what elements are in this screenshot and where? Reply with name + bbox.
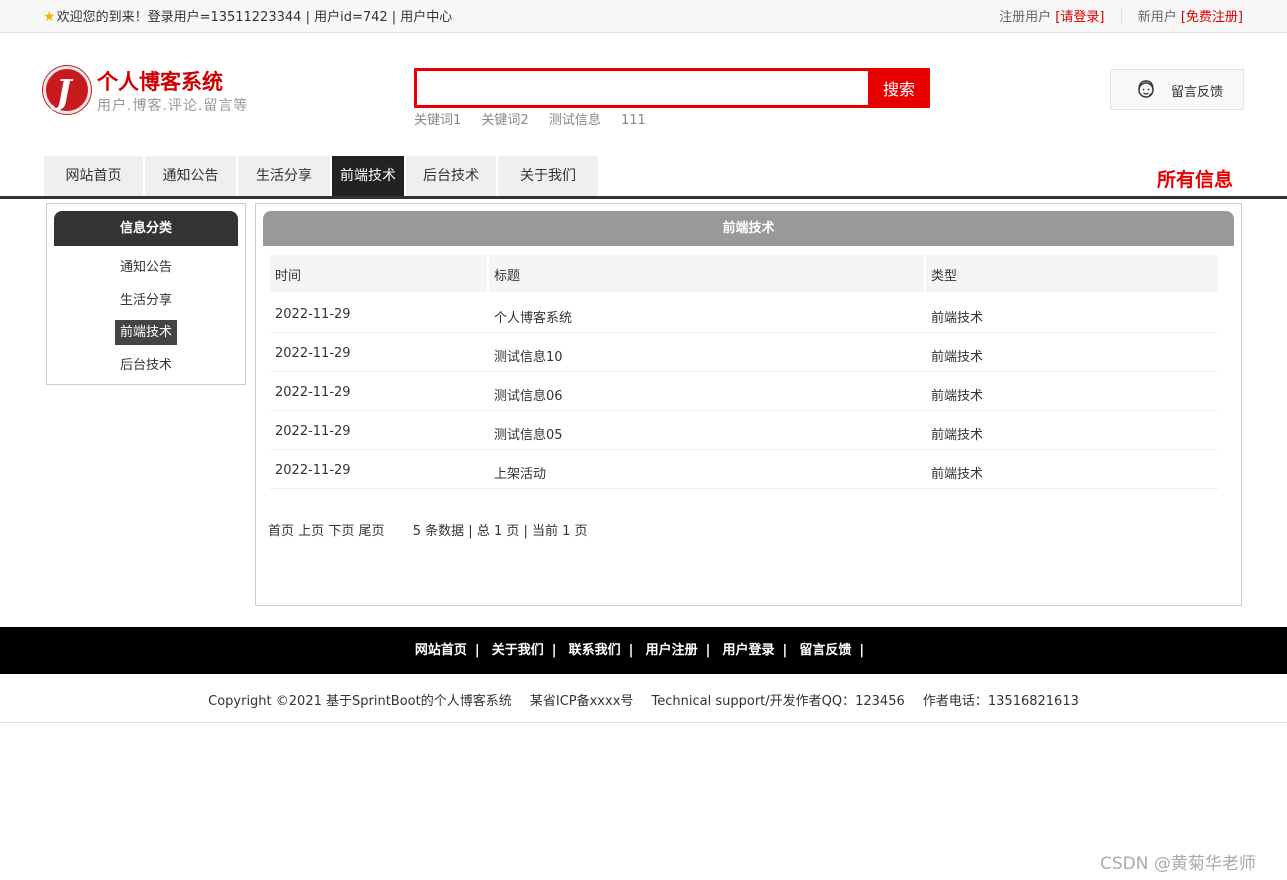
free-register-link[interactable]: [免费注册]	[1181, 10, 1243, 25]
column-divider	[487, 255, 489, 292]
pagination: 首页 上页 下页 尾页 5 条数据 | 总 1 页 | 当前 1 页	[268, 520, 588, 539]
footer-link-home[interactable]: 网站首页	[415, 643, 467, 658]
cell-time: 2022-11-29	[275, 463, 351, 478]
feedback-label: 留言反馈	[1171, 81, 1223, 100]
content-panel: 前端技术 时间 标题 类型 2022-11-29 个人博客系统 前端技术 202…	[255, 203, 1242, 606]
prev-page-link[interactable]: 上页	[298, 524, 324, 539]
footer-separator: |	[706, 643, 711, 658]
cell-title-link[interactable]: 测试信息06	[494, 385, 563, 404]
cell-type: 前端技术	[931, 307, 983, 326]
keyword-link[interactable]: 111	[621, 113, 646, 128]
nav-item-life[interactable]: 生活分享	[238, 156, 330, 196]
footer-divider	[0, 722, 1287, 723]
welcome-text[interactable]: 欢迎您的到来！登录用户=13511223344 | 用户id=742 | 用户中…	[57, 10, 453, 25]
cell-title-link[interactable]: 测试信息05	[494, 424, 563, 443]
footer-separator: |	[859, 643, 864, 658]
hot-keywords: 关键词1 关键词2 测试信息 111	[414, 109, 662, 128]
welcome-bar: ★欢迎您的到来！登录用户=13511223344 | 用户id=742 | 用户…	[43, 6, 452, 25]
icp-text: 某省ICP备xxxx号	[530, 694, 634, 709]
first-page-link[interactable]: 首页	[268, 524, 294, 539]
footer-separator: |	[552, 643, 557, 658]
site-title: 个人博客系统	[97, 66, 223, 96]
cell-time: 2022-11-29	[275, 424, 351, 439]
divider	[1121, 9, 1122, 23]
footer-separator: |	[629, 643, 634, 658]
next-page-link[interactable]: 下页	[328, 524, 354, 539]
headset-icon	[1135, 78, 1157, 100]
watermark: CSDN @黄菊华老师	[1100, 849, 1256, 874]
feedback-button[interactable]: 留言反馈	[1110, 69, 1244, 110]
column-header-time: 时间	[275, 265, 301, 284]
search-box: 搜索	[414, 68, 930, 108]
search-button[interactable]: 搜索	[868, 68, 930, 108]
new-user-label: 新用户	[1138, 10, 1177, 25]
copyright-bar: Copyright ©2021 基于SprintBoot的个人博客系统 某省IC…	[0, 690, 1287, 709]
footer-separator: |	[782, 643, 787, 658]
footer-nav: 网站首页 | 关于我们 | 联系我们 | 用户注册 | 用户登录 | 留言反馈 |	[0, 627, 1287, 674]
nav-item-backend[interactable]: 后台技术	[406, 156, 496, 196]
all-info-link[interactable]: 所有信息	[1157, 165, 1233, 192]
sidebar-item-frontend[interactable]: 前端技术	[47, 321, 245, 340]
cell-type: 前端技术	[931, 463, 983, 482]
sidebar-item-notice[interactable]: 通知公告	[47, 256, 245, 275]
sidebar-item-backend[interactable]: 后台技术	[47, 354, 245, 373]
panel-title: 前端技术	[263, 211, 1234, 246]
copyright-text: Copyright ©2021 基于SprintBoot的个人博客系统	[208, 694, 512, 709]
register-user-label: 注册用户	[999, 10, 1051, 25]
main-nav: 网站首页 通知公告 生活分享 前端技术 后台技术 关于我们	[44, 156, 600, 196]
phone-text: 作者电话：13516821613	[923, 694, 1079, 709]
cell-title-link[interactable]: 上架活动	[494, 463, 546, 482]
footer-separator: |	[475, 643, 480, 658]
logo-icon: J	[43, 66, 91, 114]
footer-link-feedback[interactable]: 留言反馈	[799, 643, 851, 658]
nav-item-frontend[interactable]: 前端技术	[332, 156, 404, 196]
nav-item-notice[interactable]: 通知公告	[145, 156, 236, 196]
cell-time: 2022-11-29	[275, 385, 351, 400]
cell-type: 前端技术	[931, 424, 983, 443]
sidebar-item-life[interactable]: 生活分享	[47, 289, 245, 308]
footer-link-about[interactable]: 关于我们	[492, 643, 544, 658]
cell-type: 前端技术	[931, 346, 983, 365]
table-row[interactable]: 2022-11-29 测试信息10 前端技术	[270, 333, 1218, 372]
cell-title-link[interactable]: 测试信息10	[494, 346, 563, 365]
column-header-type: 类型	[931, 265, 957, 284]
top-bar: ★欢迎您的到来！登录用户=13511223344 | 用户id=742 | 用户…	[0, 0, 1287, 33]
info-table: 时间 标题 类型 2022-11-29 个人博客系统 前端技术 2022-11-…	[270, 255, 1218, 489]
page-summary: 5 条数据 | 总 1 页 | 当前 1 页	[413, 524, 588, 539]
column-header-title: 标题	[494, 265, 520, 284]
table-row[interactable]: 2022-11-29 测试信息06 前端技术	[270, 372, 1218, 411]
nav-divider	[0, 196, 1287, 199]
column-divider	[924, 255, 926, 292]
star-icon: ★	[43, 9, 56, 25]
cell-title-link[interactable]: 个人博客系统	[494, 307, 572, 326]
site-logo[interactable]: J 个人博客系统 用户.博客.评论.留言等	[43, 66, 303, 116]
cell-time: 2022-11-29	[275, 346, 351, 361]
support-text: Technical support/开发作者QQ：123456	[652, 694, 905, 709]
keyword-link[interactable]: 关键词1	[414, 113, 461, 128]
nav-item-about[interactable]: 关于我们	[498, 156, 598, 196]
site-subtitle: 用户.博客.评论.留言等	[97, 95, 248, 115]
footer-link-login[interactable]: 用户登录	[722, 643, 774, 658]
search-input[interactable]	[417, 71, 869, 105]
table-row[interactable]: 2022-11-29 上架活动 前端技术	[270, 450, 1218, 489]
account-links: 注册用户 [请登录] 新用户 [免费注册]	[999, 6, 1243, 25]
cell-type: 前端技术	[931, 385, 983, 404]
sidebar-title: 信息分类	[54, 211, 238, 246]
login-link[interactable]: [请登录]	[1055, 10, 1104, 25]
keyword-link[interactable]: 测试信息	[549, 113, 601, 128]
table-header: 时间 标题 类型	[270, 255, 1218, 292]
nav-item-home[interactable]: 网站首页	[44, 156, 143, 196]
table-row[interactable]: 2022-11-29 测试信息05 前端技术	[270, 411, 1218, 450]
last-page-link[interactable]: 尾页	[358, 524, 384, 539]
cell-time: 2022-11-29	[275, 307, 351, 322]
table-row[interactable]: 2022-11-29 个人博客系统 前端技术	[270, 294, 1218, 333]
category-sidebar: 信息分类 通知公告 生活分享 前端技术 后台技术	[46, 203, 246, 385]
footer-link-register[interactable]: 用户注册	[646, 643, 698, 658]
keyword-link[interactable]: 关键词2	[481, 113, 528, 128]
footer-link-contact[interactable]: 联系我们	[569, 643, 621, 658]
